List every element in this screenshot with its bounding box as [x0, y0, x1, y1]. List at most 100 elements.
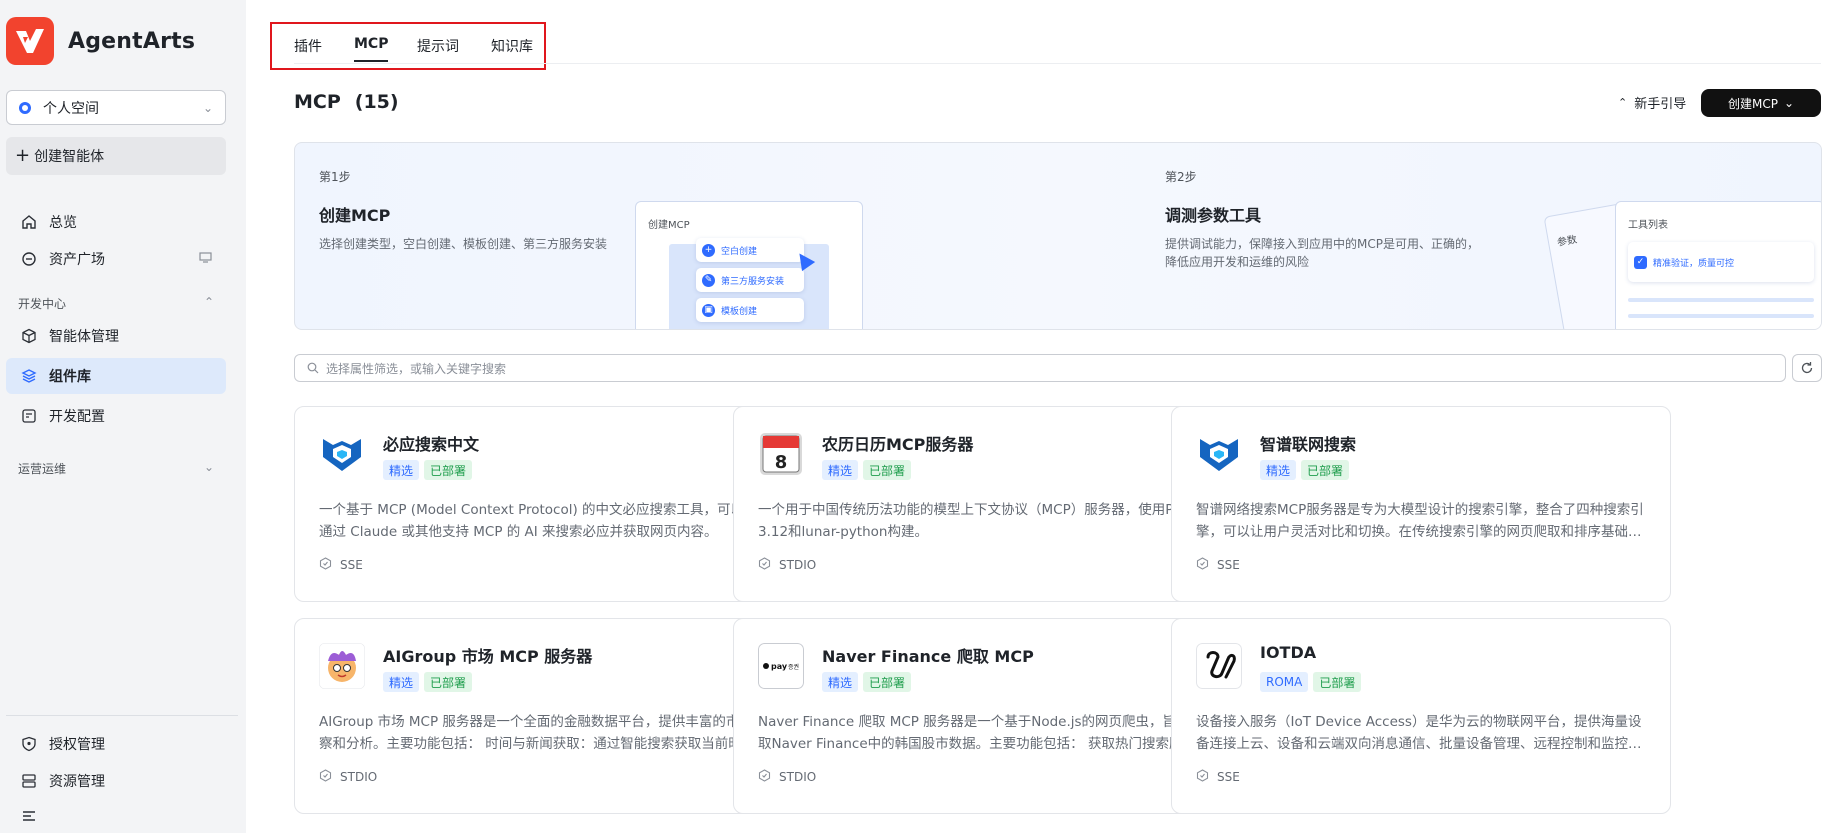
card-description: AIGroup 市场 MCP 服务器是一个全面的金融数据平台，提供丰富的市场洞察…	[319, 714, 769, 752]
sidebar-divider	[6, 715, 238, 716]
tabs-divider	[294, 63, 1821, 64]
card-protocol: STDIO	[319, 769, 377, 785]
tab-prompts[interactable]: 提示词	[417, 36, 459, 62]
card-badge: 已部署	[863, 460, 912, 480]
monitor-icon[interactable]	[199, 252, 212, 266]
aigroup-avatar-icon	[319, 643, 365, 689]
card-title: 农历日历MCP服务器	[822, 435, 974, 454]
wrench-icon: ✎	[702, 273, 715, 287]
home-icon	[20, 213, 38, 231]
protocol-label: STDIO	[779, 770, 817, 784]
mcp-card[interactable]: 8 农历日历MCP服务器 精选 已部署 一个用于中国传统历法功能的模型上下文协议（…	[733, 406, 1233, 602]
create-mcp-button[interactable]: 创建MCP ⌄	[1701, 89, 1821, 117]
mock-option-label: 空白创建	[721, 246, 758, 257]
group-title: 运营运维	[18, 462, 67, 476]
calendar-icon: 8	[758, 431, 804, 477]
sidebar-item-auth-management[interactable]: 授权管理	[6, 726, 226, 762]
mock-line	[1628, 314, 1814, 318]
asset-icon	[20, 250, 38, 268]
protocol-label: STDIO	[779, 558, 817, 572]
mock-side-label: 参数	[1556, 234, 1578, 249]
collapse-sidebar-button[interactable]	[6, 798, 226, 833]
sidebar-item-dev-config[interactable]: 开发配置	[6, 398, 226, 434]
mock-tool-item: ✓ 精准验证，质量可控	[1628, 242, 1814, 282]
card-badge: 已部署	[863, 672, 912, 692]
card-protocol: STDIO	[758, 557, 816, 573]
create-agent-button[interactable]: + 创建智能体	[6, 137, 226, 175]
mcp-card[interactable]: pay 증권 Naver Finance 爬取 MCP 精选 已部署 Naver F…	[733, 618, 1233, 814]
page-title: MCP (15)	[294, 91, 399, 113]
step1-title: 创建MCP	[319, 206, 391, 225]
svg-text:8: 8	[775, 452, 788, 473]
create-mcp-label: 创建MCP	[1727, 96, 1778, 111]
search-placeholder: 选择属性筛选，或输入关键字搜索	[326, 361, 507, 376]
brand[interactable]: AgentArts	[6, 17, 195, 65]
svg-text:pay: pay	[771, 662, 788, 671]
card-badges: 精选 已部署	[822, 460, 912, 480]
card-badge: ROMA	[1260, 672, 1309, 692]
group-title: 开发中心	[18, 297, 67, 311]
mcp-card[interactable]: 必应搜索中文 精选 已部署 一个基于 MCP (Model Context Pro…	[294, 406, 794, 602]
mock-option-label: 第三方服务安装	[721, 276, 785, 287]
card-badge: 精选	[1260, 460, 1297, 480]
protocol-icon	[319, 769, 332, 785]
protocol-icon	[758, 769, 771, 785]
space-select[interactable]: 个人空间 ⌄	[6, 90, 226, 125]
protocol-icon	[758, 557, 771, 573]
card-protocol: SSE	[1196, 557, 1240, 573]
search-input[interactable]: 选择属性筛选，或输入关键字搜索	[294, 354, 1786, 382]
page-title-text: MCP	[294, 91, 341, 113]
card-description: Naver Finance 爬取 MCP 服务器是一个基于Node.js的网页爬…	[758, 714, 1209, 752]
mock-line	[1628, 298, 1814, 302]
mock-title: 工具列表	[1628, 220, 1668, 231]
mcp-card[interactable]: IOTDA ROMA 已部署 设备接入服务（IoT Device Access）是…	[1171, 618, 1671, 814]
guide-label: 新手引导	[1634, 97, 1687, 112]
naver-pay-icon: pay 증권	[758, 643, 804, 689]
shield-icon	[20, 735, 38, 753]
card-badge: 已部署	[424, 460, 473, 480]
shield-check-icon: ✓	[1634, 255, 1647, 269]
group-dev-center[interactable]: 开发中心 ⌃	[18, 295, 214, 312]
refresh-icon	[1801, 362, 1813, 374]
protocol-label: SSE	[1217, 558, 1240, 572]
refresh-button[interactable]	[1792, 354, 1822, 382]
step1-label: 第1步	[319, 170, 351, 184]
sidebar-item-resource-management[interactable]: 资源管理	[6, 763, 226, 799]
card-badge: 已部署	[1313, 672, 1362, 692]
card-protocol: STDIO	[758, 769, 816, 785]
main-content: 插件 MCP 提示词 知识库 MCP (15) ⌃ 新手引导 创建MCP ⌄ 第…	[246, 0, 1841, 833]
card-title: 必应搜索中文	[383, 435, 480, 454]
card-badge: 精选	[383, 672, 420, 692]
tab-mcp[interactable]: MCP	[354, 36, 389, 62]
group-operations[interactable]: 运营运维 ⌄	[18, 460, 214, 477]
mock-option-template: ▣ 模板创建	[696, 298, 804, 322]
step2-title: 调测参数工具	[1165, 206, 1262, 225]
sidebar-item-assets[interactable]: 资产广场	[6, 241, 226, 277]
tab-knowledge-base[interactable]: 知识库	[491, 36, 533, 62]
mock-tool-label: 精准验证，质量可控	[1653, 258, 1735, 269]
iotda-logo-icon	[1196, 643, 1242, 689]
protocol-icon	[319, 557, 332, 573]
tab-plugins[interactable]: 插件	[294, 36, 322, 62]
card-description: 智谱网络搜索MCP服务器是专为大模型设计的搜索引擎，整合了四种搜索引擎，可以让用…	[1196, 502, 1644, 540]
step2-label: 第2步	[1165, 170, 1197, 184]
step1-illustration: 创建MCP + 空白创建 ✎ 第三方服务安装 ▣ 模板创建	[635, 201, 863, 329]
card-badge: 已部署	[1301, 460, 1350, 480]
mcp-card[interactable]: AIGroup 市场 MCP 服务器 精选 已部署 AIGroup 市场 MCP …	[294, 618, 794, 814]
card-description: 设备接入服务（IoT Device Access）是华为云的物联网平台，提供海量…	[1196, 714, 1642, 752]
card-badges: 精选 已部署	[383, 672, 473, 692]
mcp-card[interactable]: 智谱联网搜索 精选 已部署 智谱网络搜索MCP服务器是专为大模型设计的搜索引擎，整…	[1171, 406, 1671, 602]
sidebar-item-agent-management[interactable]: 智能体管理	[6, 318, 226, 354]
guide-toggle[interactable]: ⌃ 新手引导	[1618, 93, 1686, 112]
protocol-label: SSE	[340, 558, 363, 572]
card-badges: 精选 已部署	[383, 460, 473, 480]
menu-collapse-icon	[20, 807, 38, 825]
sidebar-item-label: 智能体管理	[49, 329, 119, 345]
sidebar-item-label: 组件库	[49, 369, 91, 385]
card-description: 一个用于中国传统历法功能的模型上下文协议（MCP）服务器，使用Python 3.…	[758, 502, 1213, 540]
card-protocol: SSE	[1196, 769, 1240, 785]
layers-icon	[20, 367, 38, 385]
sidebar-item-components[interactable]: 组件库	[6, 358, 226, 394]
space-icon	[19, 101, 31, 114]
sidebar-item-overview[interactable]: 总览	[6, 204, 226, 240]
